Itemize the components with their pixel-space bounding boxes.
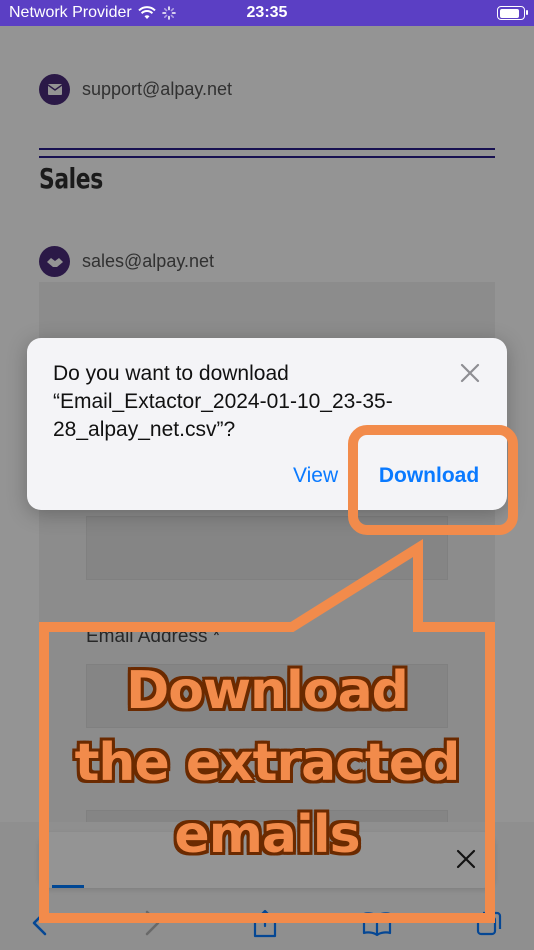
download-button[interactable]: Download [367,464,491,488]
annotation-text: Download the extracted emails [50,655,484,871]
annotation-line-1: Download [126,661,409,721]
battery-fill [499,8,520,18]
annotation-line-3: emails [174,805,360,865]
status-bar: Network Provider 23:35 [0,0,534,26]
battery-icon [497,6,528,20]
view-button[interactable]: View [293,464,338,488]
download-dialog: Do you want to download “Email_Extactor_… [27,338,507,510]
clock: 23:35 [246,4,288,21]
download-prompt: Do you want to download “Email_Extactor_… [53,362,393,441]
close-icon[interactable] [459,362,481,384]
annotation-line-2: the extracted [74,733,461,793]
